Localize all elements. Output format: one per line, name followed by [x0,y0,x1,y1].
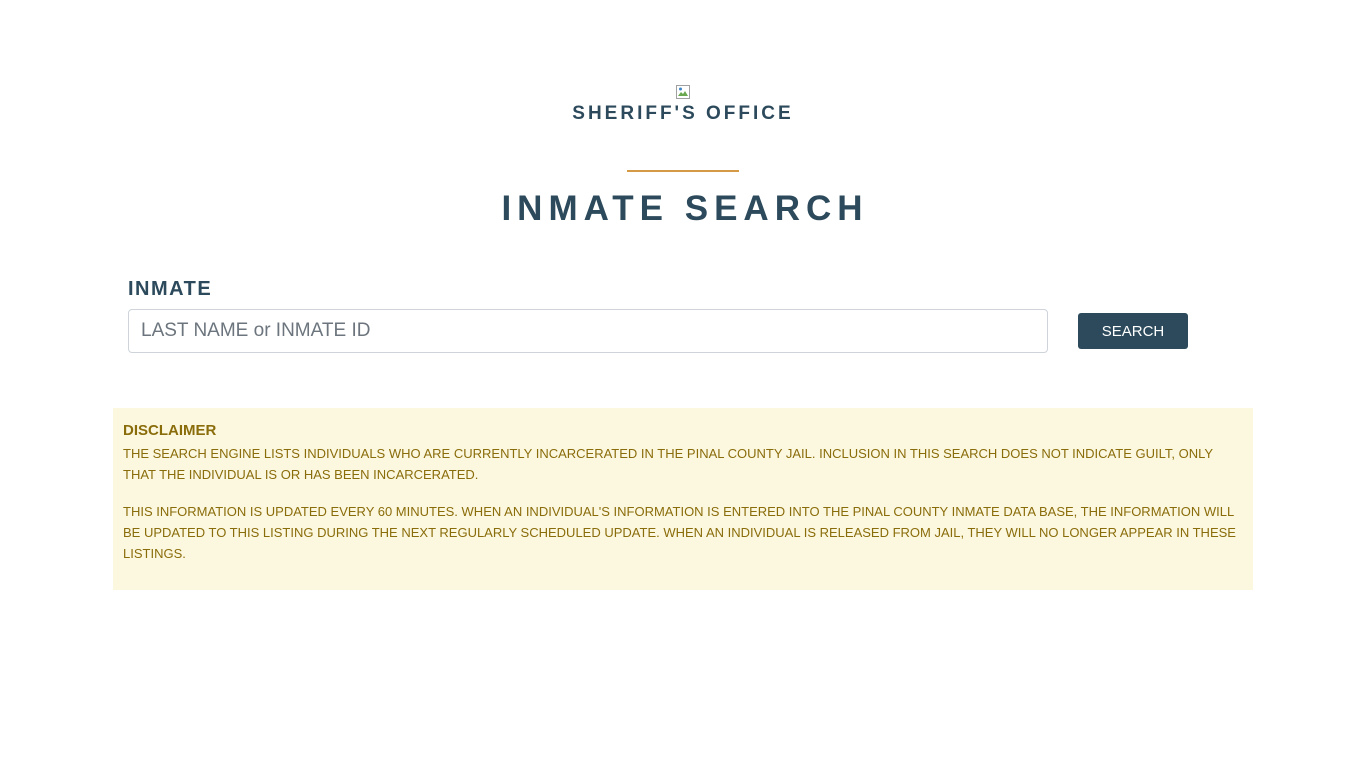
logo-container [0,84,1366,105]
disclaimer-heading: DISCLAIMER [123,422,217,439]
search-button[interactable]: SEARCH [1078,313,1188,349]
disclaimer-paragraph: THE SEARCH ENGINE LISTS INDIVIDUALS WHO … [123,446,1213,482]
office-title: SHERIFF'S OFFICE [572,103,794,124]
page: SHERIFF'S OFFICE INMATE SEARCH INMATE SE… [0,0,1366,768]
broken-image-icon [675,84,691,100]
inmate-search-input[interactable] [128,309,1048,353]
disclaimer-box: DISCLAIMER THE SEARCH ENGINE LISTS INDIV… [113,408,1253,590]
inmate-field-label: INMATE [128,278,213,300]
page-title: INMATE SEARCH [501,189,869,228]
accent-divider [627,170,739,172]
disclaimer-paragraph: THIS INFORMATION IS UPDATED EVERY 60 MIN… [123,504,1236,561]
